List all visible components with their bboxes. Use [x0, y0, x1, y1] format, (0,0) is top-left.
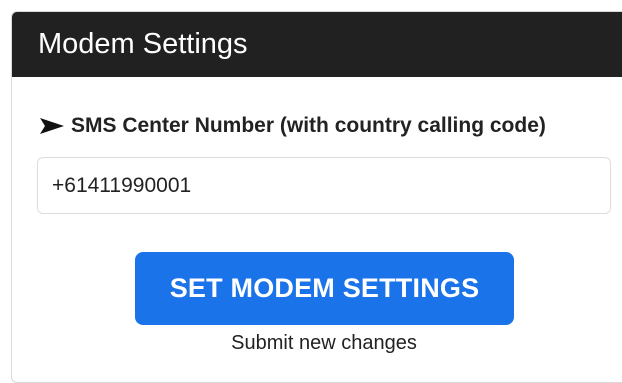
sms-center-label: SMS Center Number (with country calling … [39, 114, 546, 138]
sms-center-label-text: SMS Center Number (with country calling … [71, 114, 546, 137]
card-header: Modem Settings [12, 12, 622, 77]
card-title: Modem Settings [38, 28, 248, 60]
submit-hint: Submit new changes [231, 332, 417, 354]
set-modem-settings-button[interactable]: SET MODEM SETTINGS [135, 252, 514, 325]
modem-settings-card: Modem Settings SMS Center Number (with c… [11, 11, 622, 383]
arrow-right-icon [40, 118, 64, 134]
sms-center-number-input[interactable] [37, 157, 611, 214]
